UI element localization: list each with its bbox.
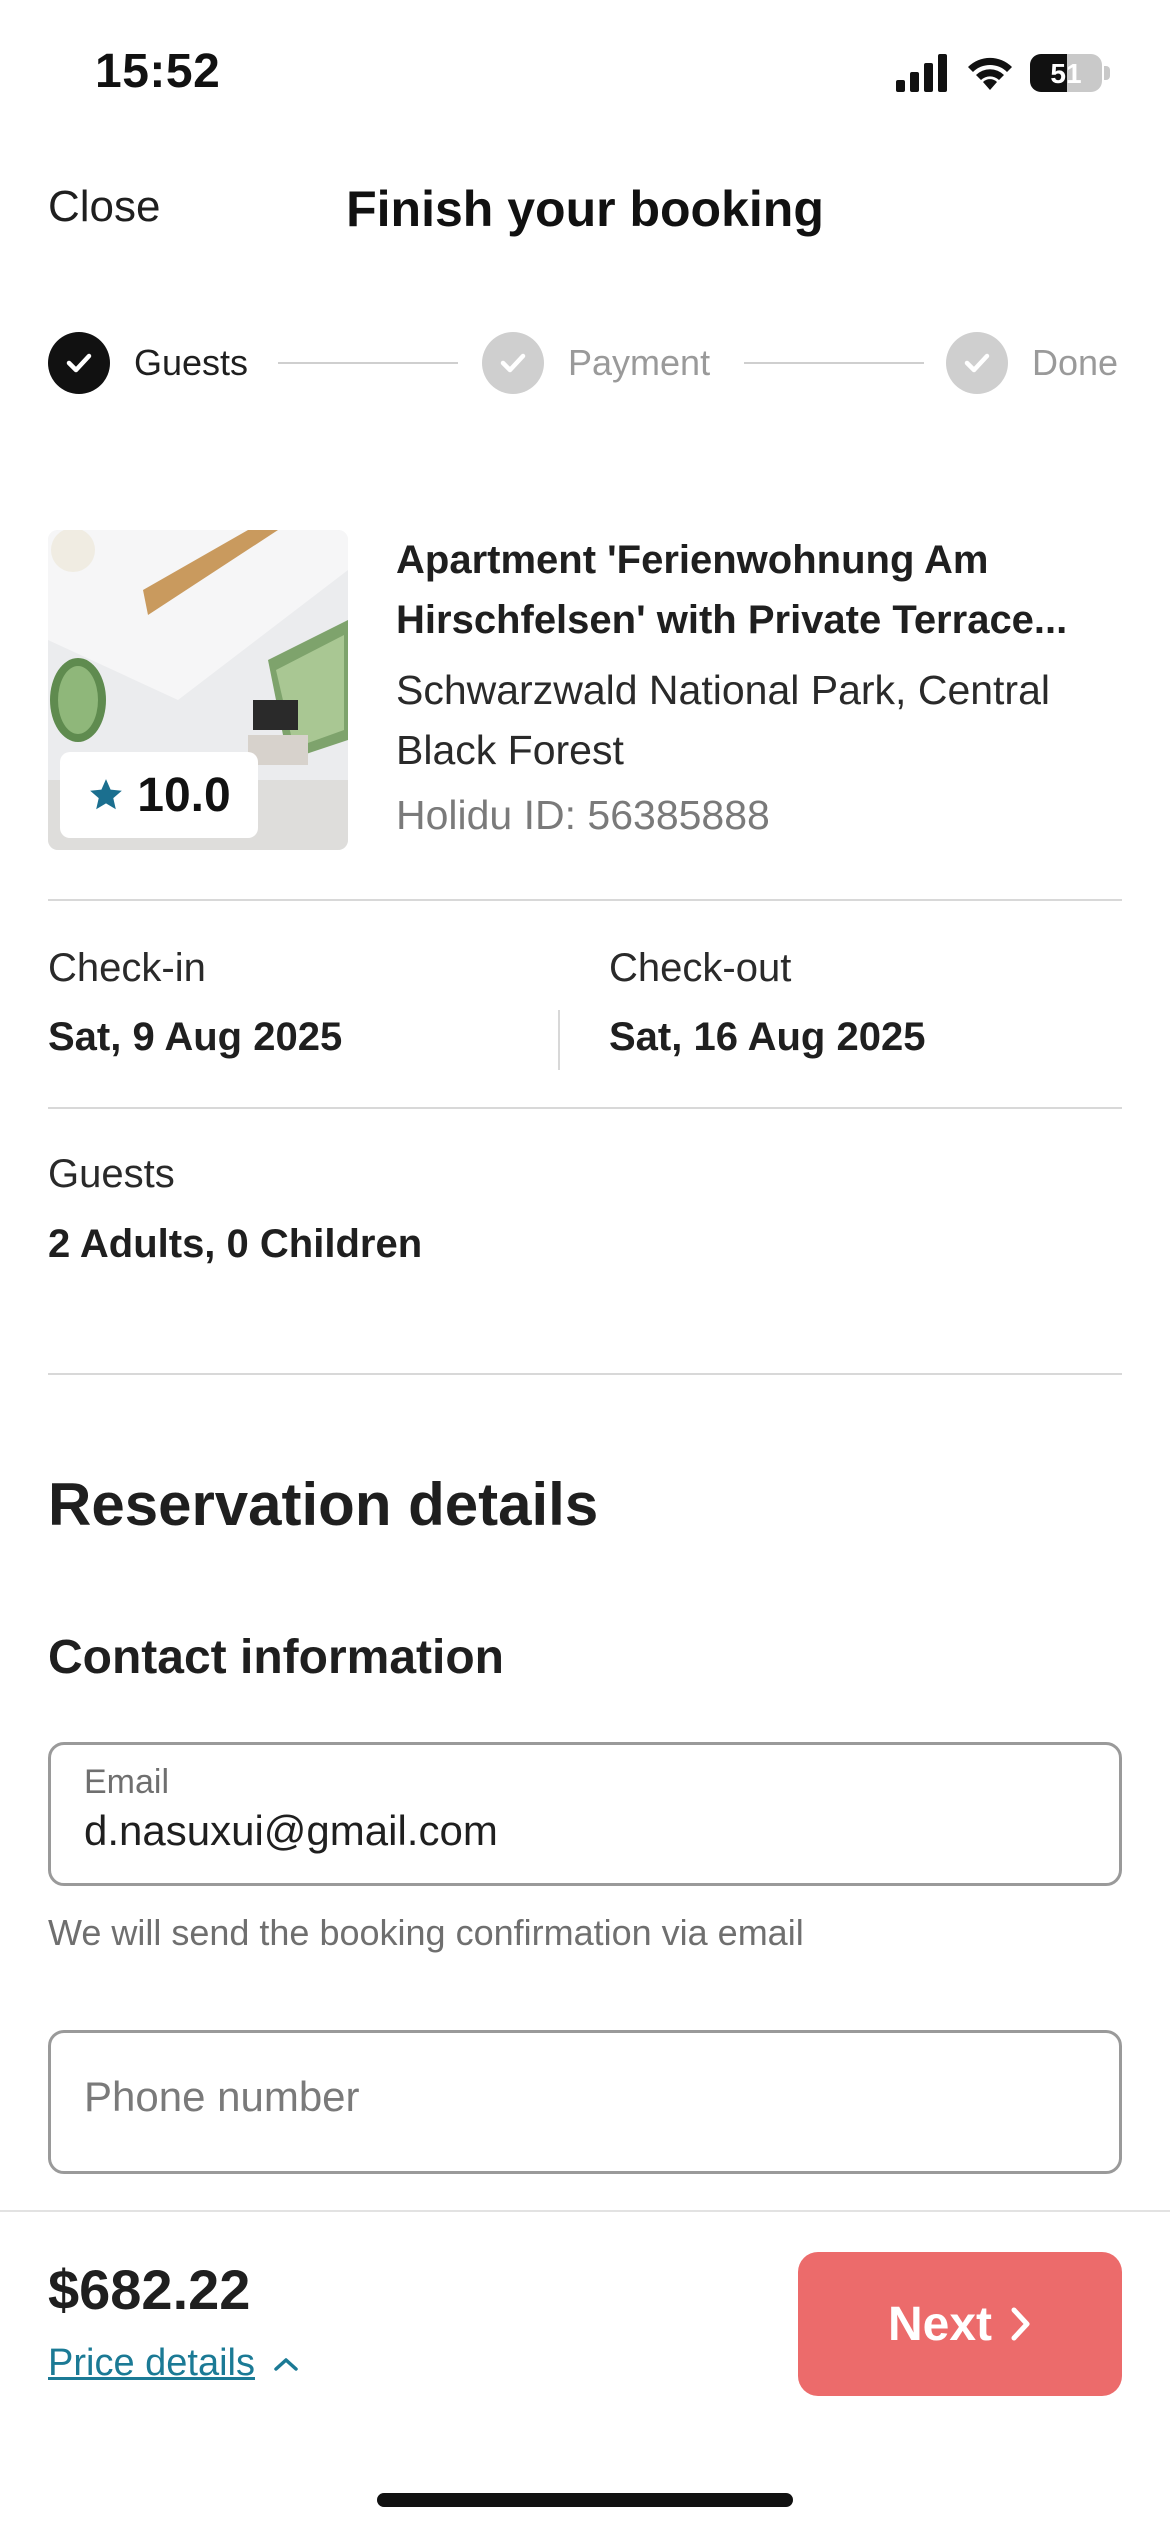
battery-level: 51	[1050, 58, 1082, 89]
email-helper-text: We will send the booking confirmation vi…	[48, 1912, 804, 1953]
property-title[interactable]: Apartment 'Ferienwohnung Am Hirschfelsen…	[396, 530, 1126, 650]
divider	[48, 1373, 1122, 1375]
status-icons: 51	[896, 48, 1110, 98]
check-circle-icon	[482, 332, 544, 394]
check-circle-icon	[946, 332, 1008, 394]
email-input[interactable]	[84, 1807, 1084, 1855]
email-field[interactable]: Email	[48, 1742, 1122, 1886]
guests-label: Guests	[48, 1152, 175, 1196]
step-label: Payment	[568, 342, 711, 383]
status-time: 15:52	[95, 45, 221, 98]
wifi-icon	[968, 57, 1012, 90]
header: Close Finish your booking	[0, 160, 1170, 260]
step-guests: Guests	[48, 330, 248, 396]
guests-value: 2 Adults, 0 Children	[48, 1222, 423, 1266]
phone-field[interactable]	[48, 2030, 1122, 2174]
price-details-link[interactable]: Price details	[48, 2342, 299, 2385]
battery-icon: 51	[1030, 54, 1102, 92]
checkout-label: Check-out	[609, 946, 792, 990]
star-icon	[90, 779, 123, 810]
holidu-id: Holidu ID: 56385888	[396, 792, 770, 838]
step-done: Done	[946, 330, 1118, 396]
rating-value: 10.0	[137, 768, 231, 822]
step-connector	[744, 362, 924, 364]
next-label: Next	[887, 2297, 993, 2351]
property-title-line: Apartment 'Ferienwohnung Am	[396, 538, 989, 582]
divider	[48, 1107, 1122, 1109]
property-location: Schwarzwald National Park, Central Black…	[396, 667, 1050, 773]
step-payment: Payment	[482, 330, 710, 396]
rating-badge: 10.0	[60, 752, 258, 838]
step-label: Done	[1032, 342, 1119, 383]
bottom-bar: $682.22 Price details Next	[0, 2210, 1170, 2532]
page-title: Finish your booking	[346, 181, 824, 237]
battery-tip	[1104, 66, 1110, 80]
checkout-date: Sat, 16 Aug 2025	[609, 1015, 926, 1059]
date-divider	[558, 1010, 560, 1070]
home-indicator[interactable]	[377, 2493, 793, 2507]
divider	[48, 899, 1122, 901]
total-price: $682.22	[48, 2258, 251, 2321]
booking-stepper: Guests Payment Done	[48, 330, 1122, 396]
phone-input[interactable]	[84, 2073, 1084, 2121]
email-label: Email	[84, 1763, 170, 1801]
step-connector	[278, 362, 458, 364]
status-bar: 15:52 51	[0, 0, 1170, 150]
property-title-line: Hirschfelsen' with Private Terrace...	[396, 598, 1068, 642]
checkin-label: Check-in	[48, 946, 206, 990]
section-title: Reservation details	[48, 1471, 599, 1538]
check-circle-icon	[48, 332, 110, 394]
cellular-signal-icon	[896, 54, 947, 92]
chevron-right-icon	[1011, 2307, 1030, 2341]
property-photo[interactable]: 10.0	[48, 530, 348, 850]
price-details-label: Price details	[48, 2342, 255, 2384]
step-label: Guests	[134, 342, 249, 383]
contact-title: Contact information	[48, 1631, 504, 1684]
next-button[interactable]: Next	[798, 2252, 1122, 2396]
checkin-date: Sat, 9 Aug 2025	[48, 1015, 343, 1059]
chevron-up-icon	[274, 2357, 298, 2371]
